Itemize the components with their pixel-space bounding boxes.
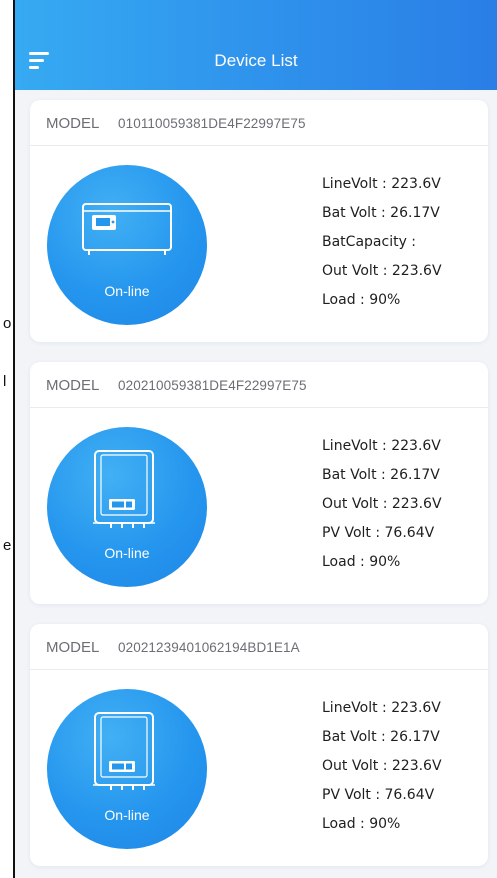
reading-load: Load : 90% <box>322 554 401 570</box>
card-header: MODEL 010110059381DE4F22997E75 <box>30 100 488 146</box>
readings-list: LineVolt : 223.6V Bat Volt : 26.17V BatC… <box>322 170 442 315</box>
reading-line-volt: LineVolt : 223.6V <box>322 438 441 454</box>
model-label: MODEL <box>46 377 100 394</box>
status-label: On-line <box>104 807 150 823</box>
reading-bat-volt: Bat Volt : 26.17V <box>322 729 440 745</box>
readings-list: LineVolt : 223.6V Bat Volt : 26.17V Out … <box>322 432 442 577</box>
reading-pv-volt: PV Volt : 76.64V <box>322 525 435 541</box>
reading-out-volt: Out Volt : 223.6V <box>322 263 442 279</box>
edge-char: o <box>3 315 12 332</box>
device-status-circle[interactable]: On-line <box>47 165 207 325</box>
status-label: On-line <box>104 545 150 561</box>
device-status-circle[interactable]: On-line <box>47 427 207 587</box>
card-header: MODEL 020210059381DE4F22997E75 <box>30 362 488 408</box>
reading-bat-capacity: BatCapacity : <box>322 234 417 250</box>
reading-out-volt: Out Volt : 223.6V <box>322 496 442 512</box>
reading-line-volt: LineVolt : 223.6V <box>322 700 441 716</box>
inverter-vertical-icon <box>93 450 155 528</box>
device-status-circle[interactable]: On-line <box>47 689 207 849</box>
inverter-horizontal-icon <box>82 203 172 255</box>
header-bar: Device List <box>15 0 497 90</box>
inverter-vertical-icon <box>93 712 155 790</box>
model-id: 020210059381DE4F22997E75 <box>118 378 307 393</box>
reading-pv-volt: PV Volt : 76.64V <box>322 787 435 803</box>
edge-char: e <box>3 537 12 554</box>
model-id: 02021239401062194BD1E1A <box>118 640 300 655</box>
model-label: MODEL <box>46 639 100 656</box>
reading-load: Load : 90% <box>322 292 401 308</box>
model-label: MODEL <box>46 115 100 132</box>
page-title: Device List <box>214 51 298 70</box>
reading-line-volt: LineVolt : 223.6V <box>322 176 441 192</box>
reading-bat-volt: Bat Volt : 26.17V <box>322 467 440 483</box>
device-card[interactable]: MODEL 020210059381DE4F22997E75 On-line L… <box>30 362 488 604</box>
device-list-app: Device List MODEL 010110059381DE4F22997E… <box>15 0 497 878</box>
reading-load: Load : 90% <box>322 816 401 832</box>
left-edge-strip: o l e <box>0 0 13 878</box>
device-card[interactable]: MODEL 010110059381DE4F22997E75 On-line L… <box>30 100 488 342</box>
model-id: 010110059381DE4F22997E75 <box>118 116 306 131</box>
status-label: On-line <box>104 283 150 299</box>
reading-out-volt: Out Volt : 223.6V <box>322 758 442 774</box>
edge-char: l <box>3 373 7 390</box>
readings-list: LineVolt : 223.6V Bat Volt : 26.17V Out … <box>322 694 442 839</box>
card-header: MODEL 02021239401062194BD1E1A <box>30 624 488 670</box>
reading-bat-volt: Bat Volt : 26.17V <box>322 205 440 221</box>
device-card[interactable]: MODEL 02021239401062194BD1E1A On-line Li… <box>30 624 488 866</box>
